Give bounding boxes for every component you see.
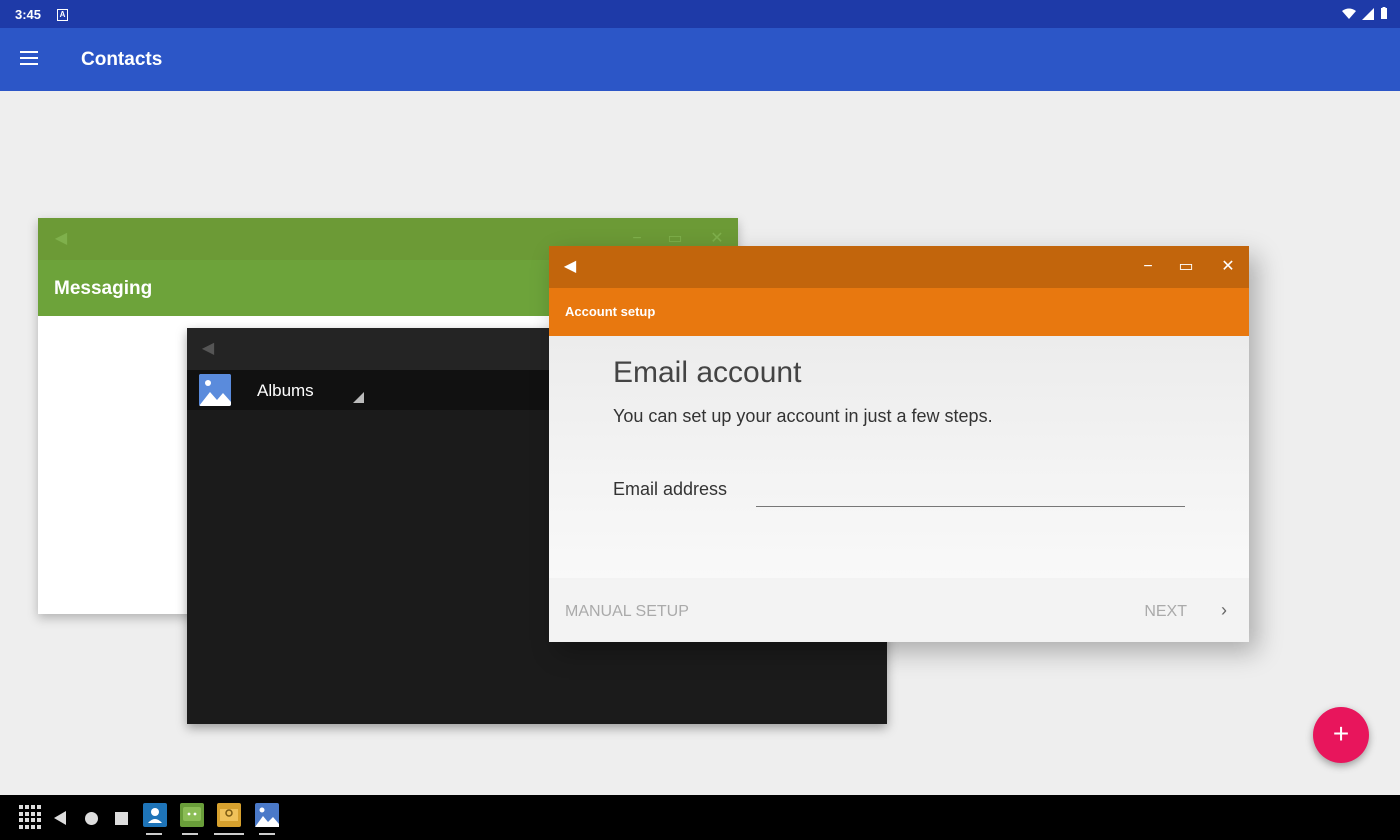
email-subtitle: You can set up your account in just a fe…: [613, 406, 993, 426]
manual-setup-button[interactable]: MANUAL SETUP: [565, 603, 689, 621]
clock: 3:45: [15, 7, 42, 22]
albums-dropdown[interactable]: Albums: [257, 381, 314, 401]
window-caption: ◀ − ▭ ✕: [549, 246, 1249, 288]
email-header: Account setup: [549, 288, 1249, 336]
battery-icon: [1381, 7, 1387, 19]
nav-home-icon[interactable]: [85, 812, 98, 825]
email-window: ◀ − ▭ ✕ Account setup Email account You …: [549, 246, 1249, 642]
nav-recents-icon[interactable]: [115, 812, 128, 825]
email-field[interactable]: [756, 476, 1185, 507]
signal-icon: [1362, 7, 1374, 20]
messaging-title: Messaging: [54, 278, 153, 299]
status-bar: 3:45 A: [0, 0, 1400, 28]
app-drawer-icon[interactable]: [19, 805, 43, 829]
gallery-app-icon: [199, 374, 231, 406]
system-icons: [1342, 7, 1388, 20]
back-icon[interactable]: ◀: [561, 258, 579, 276]
messaging-app-icon[interactable]: [180, 803, 204, 827]
email-field-label: Email address: [613, 479, 728, 499]
nav-back-icon[interactable]: [54, 811, 66, 825]
back-icon[interactable]: ◀: [199, 340, 217, 358]
chevron-right-icon[interactable]: ›: [1221, 600, 1227, 621]
taskbar: [0, 795, 1400, 840]
add-contact-button[interactable]: +: [1313, 707, 1369, 763]
back-icon[interactable]: ◀: [52, 230, 70, 248]
menu-icon[interactable]: [20, 51, 38, 65]
next-button[interactable]: NEXT: [1144, 603, 1187, 621]
notification-a-icon: A: [57, 9, 68, 21]
minimize-icon[interactable]: −: [1139, 258, 1157, 276]
page-title: Contacts: [81, 49, 163, 70]
wifi-icon: [1342, 8, 1356, 19]
dropdown-arrow-icon[interactable]: [353, 392, 364, 403]
contacts-app-icon[interactable]: [143, 803, 167, 827]
account-setup-title: Account setup: [565, 304, 656, 319]
gallery-app-icon[interactable]: [255, 803, 279, 827]
close-icon[interactable]: ✕: [1219, 258, 1237, 276]
email-footer: MANUAL SETUP NEXT ›: [549, 578, 1249, 642]
email-app-icon[interactable]: [217, 803, 241, 827]
maximize-icon[interactable]: ▭: [1177, 258, 1195, 276]
email-heading: Email account: [613, 356, 802, 389]
app-bar: Contacts: [0, 28, 1400, 91]
email-body: Email account You can set up your accoun…: [549, 336, 1249, 578]
